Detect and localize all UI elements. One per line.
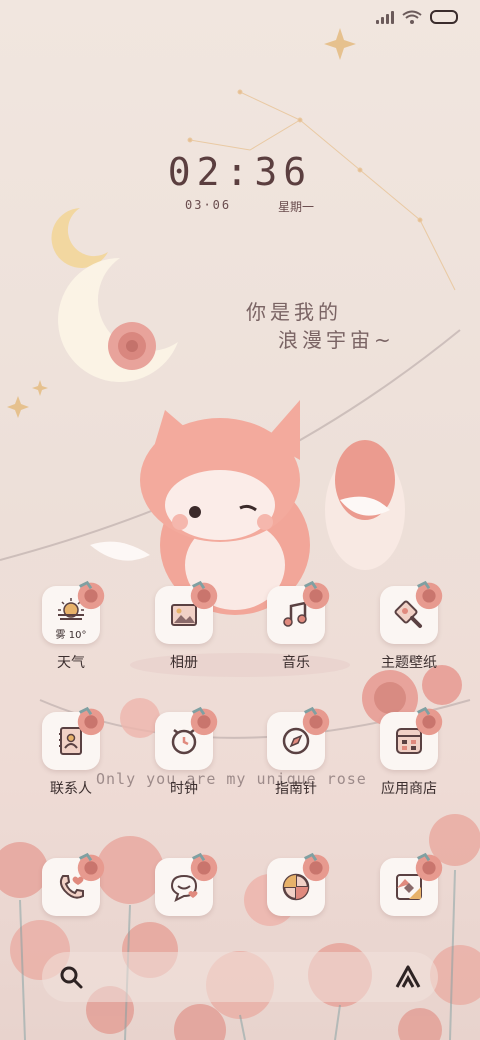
gallery-icon[interactable] — [155, 580, 218, 644]
theme-icon[interactable] — [380, 580, 443, 644]
app-music[interactable]: 音乐 — [246, 580, 346, 672]
contacts-icon[interactable] — [42, 706, 105, 770]
weather-icon[interactable]: 雾 10° — [42, 580, 105, 644]
rose-badge-icon — [415, 706, 443, 736]
phone-icon[interactable] — [42, 852, 105, 916]
app-label: 音乐 — [282, 655, 310, 671]
rose-badge-icon — [190, 852, 218, 882]
rose-badge-icon — [190, 580, 218, 610]
wallpaper-quote-line1: 你是我的 — [246, 300, 342, 324]
app-label: 主题壁纸 — [381, 655, 437, 671]
weather-temp: 雾 10° — [55, 630, 87, 641]
app-clock[interactable]: 时钟 — [134, 706, 234, 798]
signal-icon — [376, 10, 394, 24]
rose-badge-icon — [302, 852, 330, 882]
rose-badge-icon — [77, 852, 105, 882]
rose-badge-icon — [415, 580, 443, 610]
rose-badge-icon — [302, 706, 330, 736]
app-label: 相册 — [170, 655, 198, 671]
app-gallery[interactable]: 相册 — [134, 580, 234, 672]
dock-phone[interactable] — [21, 852, 121, 916]
search-icon[interactable] — [58, 964, 84, 990]
dock-camera[interactable] — [359, 852, 459, 916]
app-store[interactable]: 应用商店 — [359, 706, 459, 798]
rose-badge-icon — [77, 706, 105, 736]
app-label: 天气 — [57, 655, 85, 671]
compass-icon[interactable] — [267, 706, 330, 770]
music-icon[interactable] — [267, 580, 330, 644]
app-compass[interactable]: 指南针 — [246, 706, 346, 798]
dock-messages[interactable] — [134, 852, 234, 916]
clock-icon[interactable] — [155, 706, 218, 770]
dock-browser[interactable] — [246, 852, 346, 916]
clock-weekday: 星期一 — [278, 200, 315, 214]
clock-time[interactable]: 02:36 — [0, 150, 480, 194]
app-label: 时钟 — [170, 781, 198, 797]
rose-badge-icon — [190, 706, 218, 736]
messages-icon[interactable] — [155, 852, 218, 916]
app-label: 应用商店 — [381, 781, 437, 797]
clock-date: 03·06 — [185, 198, 232, 212]
status-bar — [376, 10, 458, 24]
app-label: 指南针 — [275, 781, 317, 797]
assistant-icon[interactable] — [394, 964, 422, 990]
camera-icon[interactable] — [380, 852, 443, 916]
rose-badge-icon — [77, 580, 105, 610]
app-label: 联系人 — [50, 781, 92, 797]
wallpaper-quote-line2: 浪漫宇宙~ — [278, 328, 395, 352]
battery-icon — [430, 10, 458, 24]
app-theme[interactable]: 主题壁纸 — [359, 580, 459, 672]
app-contacts[interactable]: 联系人 — [21, 706, 121, 798]
rose-badge-icon — [302, 580, 330, 610]
app-store-icon[interactable] — [380, 706, 443, 770]
app-weather[interactable]: 雾 10° 天气 — [21, 580, 121, 672]
rose-badge-icon — [415, 852, 443, 882]
browser-icon[interactable] — [267, 852, 330, 916]
search-bar[interactable] — [42, 952, 438, 1002]
wifi-icon — [402, 10, 422, 24]
